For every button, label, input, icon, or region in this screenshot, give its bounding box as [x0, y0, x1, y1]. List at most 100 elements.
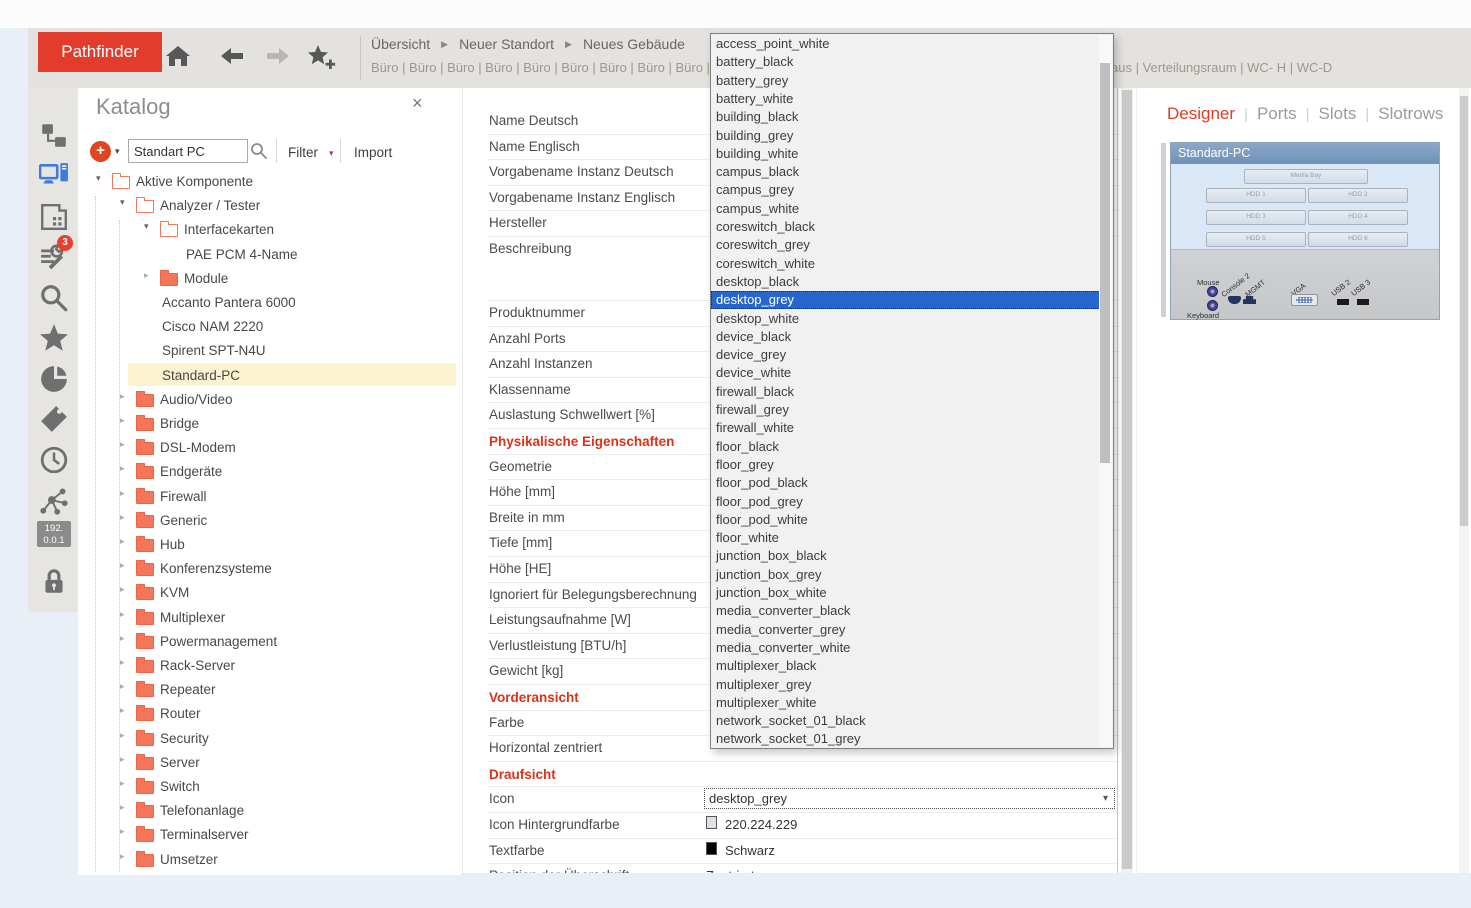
- tree-expander-closed-icon[interactable]: ▸: [120, 802, 125, 813]
- breadcrumb-item[interactable]: Übersicht: [371, 36, 430, 52]
- tree-item[interactable]: ▾Interfacekarten: [78, 218, 462, 241]
- tree-expander-closed-icon[interactable]: ▸: [120, 657, 125, 668]
- tree-expander-closed-icon[interactable]: ▸: [120, 633, 125, 644]
- device-port-vga[interactable]: [1291, 294, 1318, 306]
- dropdown-option[interactable]: floor_pod_black: [711, 474, 1100, 492]
- dropdown-option[interactable]: battery_black: [711, 53, 1100, 71]
- tree-expander-closed-icon[interactable]: ▸: [120, 778, 125, 789]
- dropdown-option[interactable]: desktop_white: [711, 310, 1100, 328]
- dropdown-option[interactable]: media_converter_white: [711, 639, 1100, 657]
- tree-item[interactable]: ▸Switch: [78, 775, 462, 798]
- tree-expander-closed-icon[interactable]: ▸: [120, 584, 125, 595]
- tree-item[interactable]: ▾Analyzer / Tester: [78, 194, 462, 217]
- tree-expander-closed-icon[interactable]: ▸: [120, 536, 125, 547]
- dropdown-option[interactable]: media_converter_black: [711, 602, 1100, 620]
- tree-item[interactable]: PAE PCM 4-Name: [78, 243, 462, 266]
- tree-item[interactable]: ▸Terminalserver: [78, 823, 462, 846]
- dropdown-option[interactable]: device_grey: [711, 346, 1100, 364]
- tree-expander-closed-icon[interactable]: ▸: [120, 439, 125, 450]
- tree-item[interactable]: ▸Bridge: [78, 412, 462, 435]
- tree-expander-closed-icon[interactable]: ▸: [120, 705, 125, 716]
- tree-item[interactable]: Standard-PC: [78, 364, 462, 387]
- tree-item[interactable]: ▸Telefonanlage: [78, 799, 462, 822]
- tree-item[interactable]: ▸KVM: [78, 581, 462, 604]
- dropdown-option[interactable]: junction_box_white: [711, 584, 1100, 602]
- properties-scrollbar-thumb[interactable]: [1122, 90, 1132, 869]
- tree-expander-closed-icon[interactable]: ▸: [144, 270, 149, 281]
- favorites-icon[interactable]: [39, 323, 69, 353]
- forward-icon[interactable]: [263, 43, 293, 71]
- breadcrumb[interactable]: Übersicht▶Neuer Standort▶Neues Gebäude: [371, 36, 685, 52]
- tab-designer[interactable]: Designer: [1167, 104, 1235, 123]
- device-slot-hdd[interactable]: HDD 6: [1308, 232, 1408, 247]
- dropdown-option[interactable]: network_socket_01_grey: [711, 730, 1100, 748]
- dropdown-option[interactable]: building_white: [711, 145, 1100, 163]
- dropdown-option[interactable]: battery_grey: [711, 72, 1100, 90]
- tree-item[interactable]: Accanto Pantera 6000: [78, 291, 462, 314]
- device-port-ps2[interactable]: [1207, 300, 1218, 311]
- tree-item[interactable]: ▸Generic: [78, 509, 462, 532]
- tree-expander-closed-icon[interactable]: ▸: [120, 851, 125, 862]
- connections-icon[interactable]: [39, 485, 69, 515]
- home-icon[interactable]: [163, 43, 193, 71]
- search-sidebar-icon[interactable]: [39, 283, 69, 313]
- tree-item[interactable]: ▸Audio/Video: [78, 388, 462, 411]
- favorite-add-icon[interactable]: [305, 43, 339, 71]
- tree-expander-closed-icon[interactable]: ▸: [120, 681, 125, 692]
- tree-expander-open-icon[interactable]: ▾: [120, 197, 125, 208]
- tree-item[interactable]: ▸Multiplexer: [78, 606, 462, 629]
- floorplan-icon[interactable]: [39, 202, 69, 232]
- tree-expander-closed-icon[interactable]: ▸: [120, 391, 125, 402]
- dropdown-option[interactable]: floor_pod_grey: [711, 493, 1100, 511]
- dropdown-option[interactable]: junction_box_grey: [711, 566, 1100, 584]
- dropdown-option[interactable]: coreswitch_grey: [711, 236, 1100, 254]
- color-swatch[interactable]: [706, 816, 717, 829]
- dropdown-option[interactable]: media_converter_grey: [711, 621, 1100, 639]
- tree-item[interactable]: ▸Konferenzsysteme: [78, 557, 462, 580]
- tree-expander-closed-icon[interactable]: ▸: [120, 560, 125, 571]
- dropdown-option[interactable]: access_point_white: [711, 35, 1100, 53]
- designer-scrollbar-thumb[interactable]: [1460, 96, 1468, 526]
- tree-item[interactable]: ▾Aktive Komponente: [78, 170, 462, 193]
- tree-item[interactable]: ▸Firewall: [78, 485, 462, 508]
- dropdown-option[interactable]: floor_grey: [711, 456, 1100, 474]
- device-slot-media-bay[interactable]: Media Bay: [1244, 169, 1368, 184]
- tree-expander-open-icon[interactable]: ▾: [96, 173, 101, 184]
- tree-item[interactable]: ▸Repeater: [78, 678, 462, 701]
- ip-addresses-icon[interactable]: 192.0.0.1: [37, 521, 71, 547]
- dropdown-option[interactable]: floor_black: [711, 438, 1100, 456]
- tree-item[interactable]: Cisco NAM 2220: [78, 315, 462, 338]
- icon-combobox[interactable]: desktop_grey▾: [704, 788, 1115, 809]
- device-slot-hdd[interactable]: HDD 2: [1308, 188, 1408, 203]
- tree-expander-closed-icon[interactable]: ▸: [120, 609, 125, 620]
- dropdown-option[interactable]: multiplexer_white: [711, 694, 1100, 712]
- tree-expander-closed-icon[interactable]: ▸: [120, 415, 125, 426]
- tags-icon[interactable]: [39, 404, 69, 434]
- dropdown-scrollbar-thumb[interactable]: [1100, 63, 1110, 463]
- device-slot-hdd[interactable]: HDD 1: [1206, 188, 1306, 203]
- dropdown-option[interactable]: building_black: [711, 108, 1100, 126]
- dropdown-option[interactable]: multiplexer_grey: [711, 676, 1100, 694]
- tree-item[interactable]: ▸Server: [78, 751, 462, 774]
- tab-slotrows[interactable]: Slotrows: [1378, 104, 1443, 123]
- tree-item[interactable]: Spirent SPT-N4U: [78, 339, 462, 362]
- dropdown-option[interactable]: firewall_black: [711, 383, 1100, 401]
- dropdown-option[interactable]: network_socket_01_black: [711, 712, 1100, 730]
- dropdown-option[interactable]: floor_white: [711, 529, 1100, 547]
- dropdown-option[interactable]: coreswitch_black: [711, 218, 1100, 236]
- combobox-caret-icon[interactable]: ▾: [1103, 793, 1108, 804]
- device-title-bar[interactable]: Standard-PC: [1171, 143, 1439, 164]
- dropdown-option[interactable]: floor_pod_white: [711, 511, 1100, 529]
- tab-ports[interactable]: Ports: [1257, 104, 1297, 123]
- tree-expander-closed-icon[interactable]: ▸: [120, 512, 125, 523]
- color-swatch[interactable]: [706, 842, 717, 855]
- device-slot-hdd[interactable]: HDD 4: [1308, 210, 1408, 225]
- tree-item[interactable]: ▸Module: [78, 267, 462, 290]
- app-logo[interactable]: Pathfinder: [38, 32, 162, 72]
- dropdown-option[interactable]: campus_white: [711, 200, 1100, 218]
- topology-icon[interactable]: [39, 121, 69, 151]
- tree-expander-open-icon[interactable]: ▾: [144, 221, 149, 232]
- dropdown-option[interactable]: multiplexer_black: [711, 657, 1100, 675]
- dropdown-option[interactable]: building_grey: [711, 127, 1100, 145]
- tree-item[interactable]: ▸Security: [78, 727, 462, 750]
